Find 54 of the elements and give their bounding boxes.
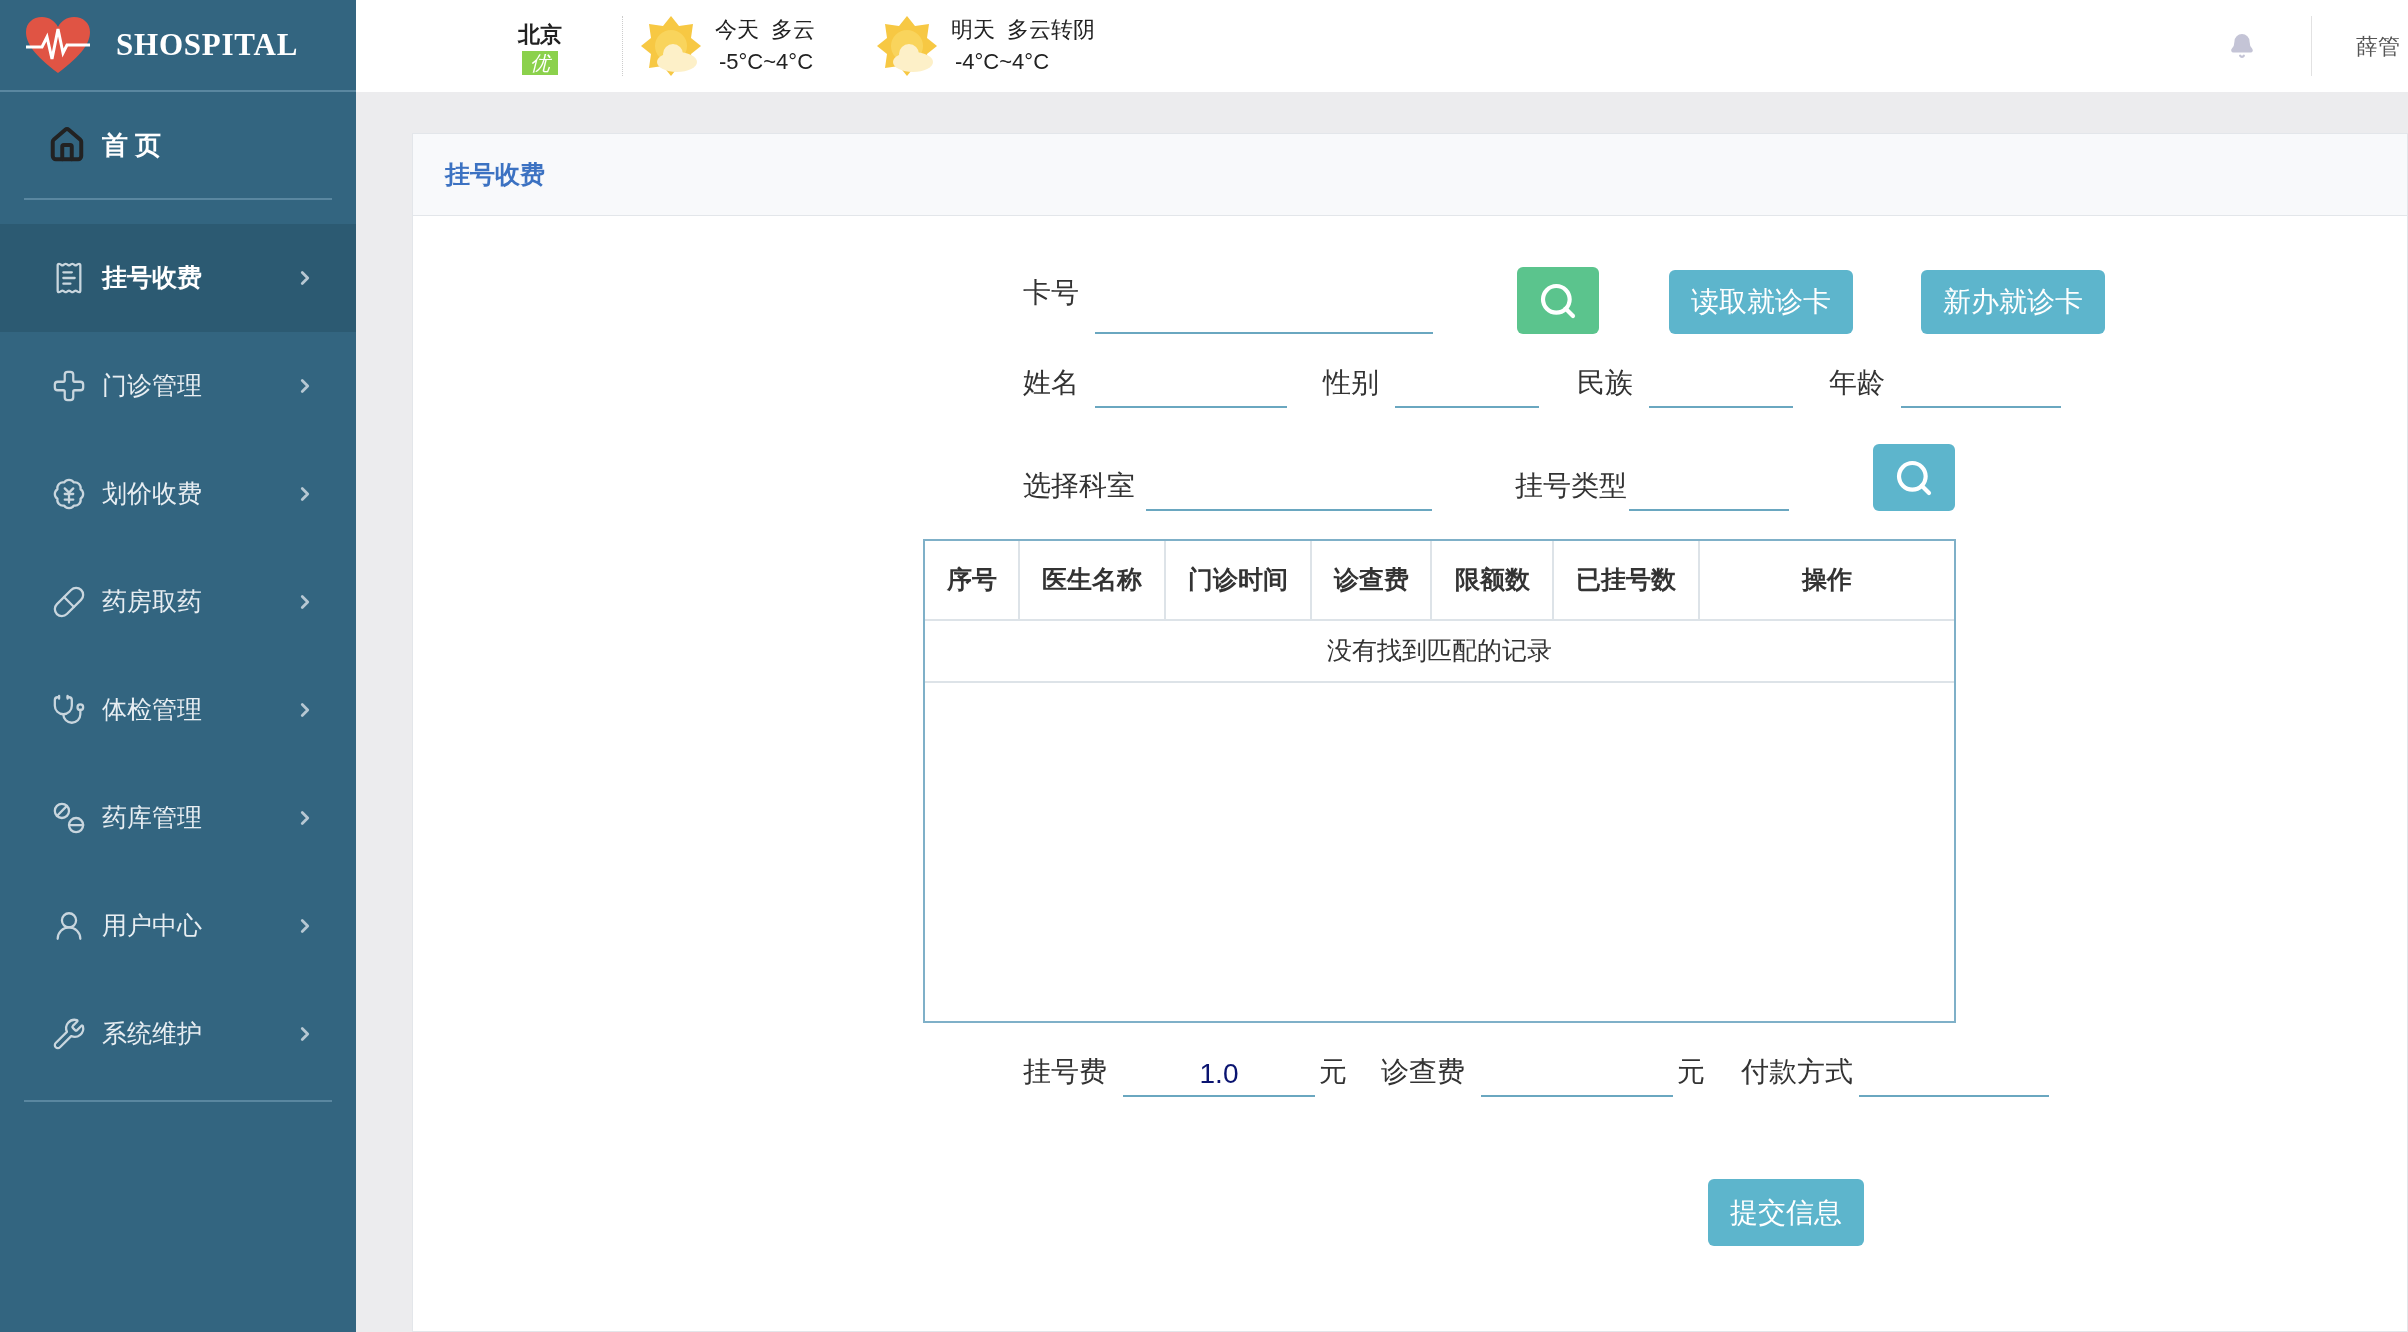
panel-title: 挂号收费 — [445, 158, 545, 190]
column-header: 已挂号数 — [1554, 541, 1700, 619]
search-button[interactable] — [1873, 444, 1955, 511]
user-name[interactable]: 薛管 — [2356, 29, 2408, 63]
card-number-label: 卡号 — [1023, 276, 1080, 310]
field-label: 民族 — [1577, 366, 1634, 400]
column-header: 操作 — [1800, 564, 1853, 596]
notification-bell-icon[interactable] — [2229, 33, 2255, 59]
sidebar-menu-item[interactable]: 系统维护 — [0, 980, 356, 1088]
stethoscope-icon — [52, 693, 86, 727]
yen-badge-icon — [52, 477, 86, 511]
weather-temperature: -5°C~4°C — [718, 48, 814, 76]
sidebar-menu-item[interactable]: 体检管理 — [0, 656, 356, 764]
weather-day: 今天 — [715, 14, 759, 46]
wrench-icon — [52, 1017, 86, 1051]
weather-condition: 多云转阴 — [1007, 16, 1095, 44]
field-label: 性别 — [1323, 366, 1380, 400]
pill-icon — [52, 585, 86, 619]
column-header: 门诊时间 — [1166, 541, 1312, 619]
weather-day: 明天 — [951, 14, 995, 46]
currency-unit: 元 — [1319, 1055, 1348, 1089]
currency-unit: 元 — [1677, 1055, 1706, 1089]
air-quality-badge: 优 — [522, 50, 558, 75]
payment-method-label: 付款方式 — [1741, 1055, 1854, 1089]
field-label: 年龄 — [1829, 366, 1886, 400]
home-icon — [48, 126, 86, 164]
exam-fee-label: 诊查费 — [1381, 1055, 1466, 1089]
column-header: 医生名称 — [1020, 541, 1166, 619]
sun-cloud-icon — [875, 14, 939, 78]
empty-table-message: 没有找到匹配的记录 — [1327, 635, 1552, 667]
registration-fee-label: 挂号费 — [1023, 1055, 1108, 1089]
weather-temperature: -4°C~4°C — [954, 48, 1050, 76]
city-name: 北京 — [518, 20, 562, 49]
brand-name: SHOSPITAL — [116, 25, 299, 64]
weather-condition: 多云 — [771, 16, 815, 44]
sidebar-menu-item[interactable]: 挂号收费 — [0, 224, 356, 332]
sidebar-menu-item[interactable]: 用户中心 — [0, 872, 356, 980]
column-header: 限额数 — [1432, 541, 1554, 619]
department-label: 选择科室 — [1023, 469, 1136, 503]
field-label: 姓名 — [1023, 366, 1080, 400]
sun-cloud-icon — [639, 14, 703, 78]
input-field[interactable]: 1.0 — [1123, 1053, 1315, 1097]
sidebar-menu-item[interactable]: 药库管理 — [0, 764, 356, 872]
column-header: 诊查费 — [1312, 541, 1432, 619]
tablets-icon — [52, 801, 86, 835]
home-menu-item[interactable]: 首 页 — [24, 92, 332, 200]
sidebar-menu-item[interactable]: 门诊管理 — [0, 332, 356, 440]
column-header: 序号 — [925, 541, 1020, 619]
heart-pulse-logo-icon — [24, 15, 92, 75]
medical-cross-icon — [52, 369, 86, 403]
sidebar-menu-item[interactable]: 药房取药 — [0, 548, 356, 656]
sidebar-menu-item[interactable]: 划价收费 — [0, 440, 356, 548]
search-button[interactable] — [1517, 267, 1599, 334]
registration-type-label: 挂号类型 — [1515, 469, 1628, 503]
